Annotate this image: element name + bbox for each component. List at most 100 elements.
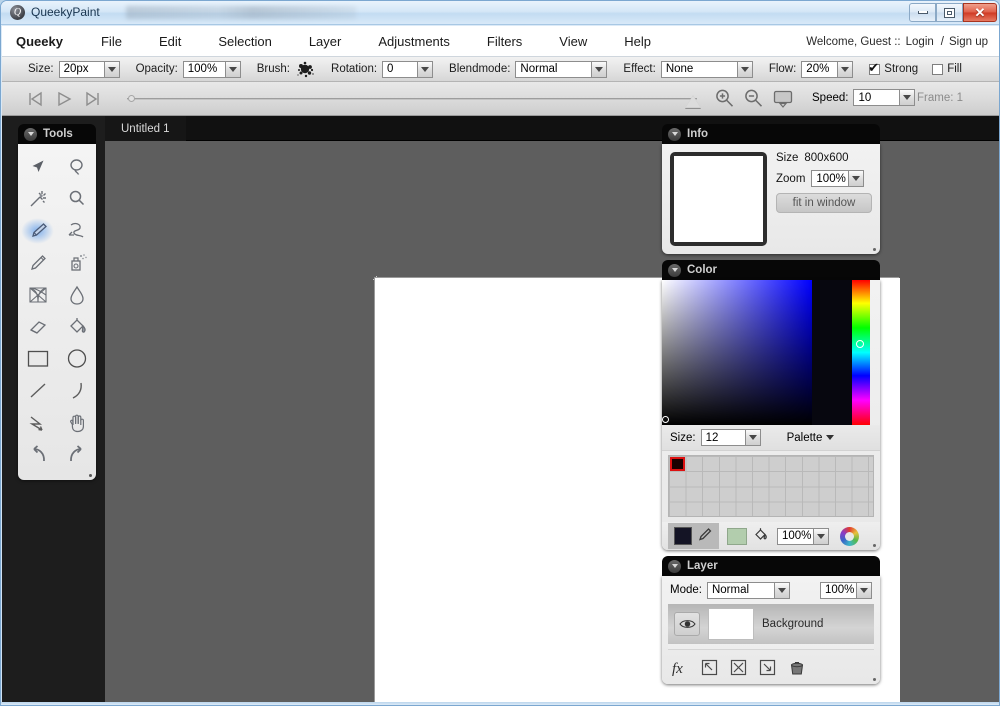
undo-tool[interactable] <box>18 440 57 470</box>
collapse-layer-icon[interactable] <box>668 560 681 573</box>
effect-value[interactable]: None <box>661 61 738 78</box>
tools-resize-handle[interactable] <box>89 474 92 477</box>
redo-tool[interactable] <box>57 440 96 470</box>
rotation-dropdown-arrow[interactable] <box>418 61 433 78</box>
zoom-tool[interactable] <box>57 184 96 214</box>
layer-row-background[interactable]: Background <box>668 604 874 644</box>
palette-menu[interactable]: Palette <box>787 432 835 444</box>
rotation-value[interactable]: 0 <box>382 61 418 78</box>
color-opacity-dropdown-arrow[interactable] <box>814 528 829 545</box>
timeline-track[interactable] <box>127 98 697 100</box>
blur-drop-tool[interactable] <box>57 280 96 310</box>
line-tool[interactable] <box>18 376 57 406</box>
layer-mode-dropdown-arrow[interactable] <box>775 582 790 599</box>
layer-fx-button[interactable]: fx <box>672 659 689 676</box>
brush-preview-icon[interactable] <box>295 60 315 78</box>
opacity-value[interactable]: 100% <box>183 61 226 78</box>
new-layer-button[interactable] <box>701 659 718 676</box>
speed-combo[interactable]: 10 <box>853 89 915 106</box>
menu-item-layer[interactable]: Layer <box>309 34 342 49</box>
merge-down-button[interactable] <box>759 659 776 676</box>
signup-link[interactable]: Sign up <box>949 36 988 48</box>
palette-swatch-selected[interactable] <box>670 457 685 471</box>
zoom-in-icon[interactable] <box>714 88 735 112</box>
color-size-dropdown-arrow[interactable] <box>746 429 761 446</box>
effect-dropdown-arrow[interactable] <box>738 61 753 78</box>
fill-checkbox[interactable] <box>932 64 943 75</box>
tools-panel-header[interactable]: Tools <box>18 124 96 144</box>
fill-bucket-icon[interactable] <box>752 526 769 546</box>
paint-bucket-tool[interactable] <box>57 312 96 342</box>
effect-combo[interactable]: None <box>661 61 753 78</box>
strong-checkbox-group[interactable]: Strong <box>869 63 918 75</box>
menu-item-edit[interactable]: Edit <box>159 34 181 49</box>
last-frame-button[interactable] <box>84 90 102 108</box>
flow-value[interactable]: 20% <box>801 61 838 78</box>
palette-swatch-grid[interactable] <box>668 455 874 517</box>
zoom-out-icon[interactable] <box>743 88 764 112</box>
color-opacity-value[interactable]: 100% <box>777 528 814 545</box>
hue-cursor[interactable] <box>856 340 864 348</box>
spray-tool[interactable] <box>57 248 96 278</box>
magic-wand-tool[interactable] <box>18 184 57 214</box>
maximize-button[interactable] <box>936 3 963 22</box>
path-tool[interactable] <box>18 408 57 438</box>
rectangle-tool[interactable] <box>18 344 57 374</box>
size-value[interactable]: 20px <box>59 61 105 78</box>
size-combo[interactable]: 20px <box>59 61 120 78</box>
pencil-tool[interactable] <box>18 248 57 278</box>
web-tool[interactable] <box>18 280 57 310</box>
document-tab[interactable]: Untitled 1 <box>105 116 186 141</box>
opacity-combo[interactable]: 100% <box>183 61 241 78</box>
layer-mode-combo[interactable]: Normal <box>707 582 790 599</box>
ellipse-tool[interactable] <box>57 344 96 374</box>
layer-opacity-value[interactable]: 100% <box>820 582 857 599</box>
color-panel-header[interactable]: Color <box>662 260 880 280</box>
eyedropper-icon[interactable] <box>696 526 713 546</box>
color-wheel-icon[interactable] <box>840 527 859 546</box>
color-resize-handle[interactable] <box>873 544 876 547</box>
minimize-button[interactable] <box>909 3 936 22</box>
collapse-info-icon[interactable] <box>668 128 681 141</box>
menu-item-filters[interactable]: Filters <box>487 34 522 49</box>
saturation-value-box[interactable] <box>662 280 812 425</box>
hand-tool[interactable] <box>57 408 96 438</box>
info-zoom-value[interactable]: 100% <box>811 170 849 187</box>
layer-panel-header[interactable]: Layer <box>662 556 880 576</box>
menu-item-adjustments[interactable]: Adjustments <box>378 34 450 49</box>
collapse-color-icon[interactable] <box>668 264 681 277</box>
brush-tool[interactable] <box>18 216 57 246</box>
speed-dropdown-arrow[interactable] <box>900 89 915 106</box>
screen-icon[interactable] <box>772 89 794 112</box>
color-size-value[interactable]: 12 <box>701 429 746 446</box>
timeline-handle[interactable] <box>685 95 701 108</box>
blendmode-combo[interactable]: Normal <box>515 61 607 78</box>
blendmode-value[interactable]: Normal <box>515 61 592 78</box>
info-panel-header[interactable]: Info <box>662 124 880 144</box>
select-arrow-tool[interactable] <box>18 152 57 182</box>
fit-in-window-button[interactable]: fit in window <box>776 193 872 213</box>
eraser-tool[interactable] <box>18 312 57 342</box>
fill-checkbox-group[interactable]: Fill <box>932 63 962 75</box>
speed-value[interactable]: 10 <box>853 89 900 106</box>
hue-slider[interactable] <box>852 280 870 425</box>
layer-opacity-dropdown-arrow[interactable] <box>857 582 872 599</box>
first-frame-button[interactable] <box>26 90 44 108</box>
menu-item-help[interactable]: Help <box>624 34 651 49</box>
menu-item-selection[interactable]: Selection <box>218 34 271 49</box>
play-button[interactable] <box>55 90 73 108</box>
menu-item-view[interactable]: View <box>559 34 587 49</box>
layer-resize-handle[interactable] <box>873 678 876 681</box>
flow-dropdown-arrow[interactable] <box>838 61 853 78</box>
rotation-combo[interactable]: 0 <box>382 61 433 78</box>
layer-mode-value[interactable]: Normal <box>707 582 775 599</box>
color-size-combo[interactable]: 12 <box>701 429 761 446</box>
delete-mask-button[interactable] <box>730 659 747 676</box>
color-opacity-combo[interactable]: 100% <box>777 528 829 545</box>
lasso-tool[interactable] <box>57 152 96 182</box>
smudge-tool[interactable] <box>57 216 96 246</box>
info-zoom-dropdown-arrow[interactable] <box>849 170 864 187</box>
info-zoom-combo[interactable]: 100% <box>811 170 864 187</box>
foreground-color-chip[interactable] <box>674 527 692 545</box>
collapse-tools-icon[interactable] <box>24 128 37 141</box>
